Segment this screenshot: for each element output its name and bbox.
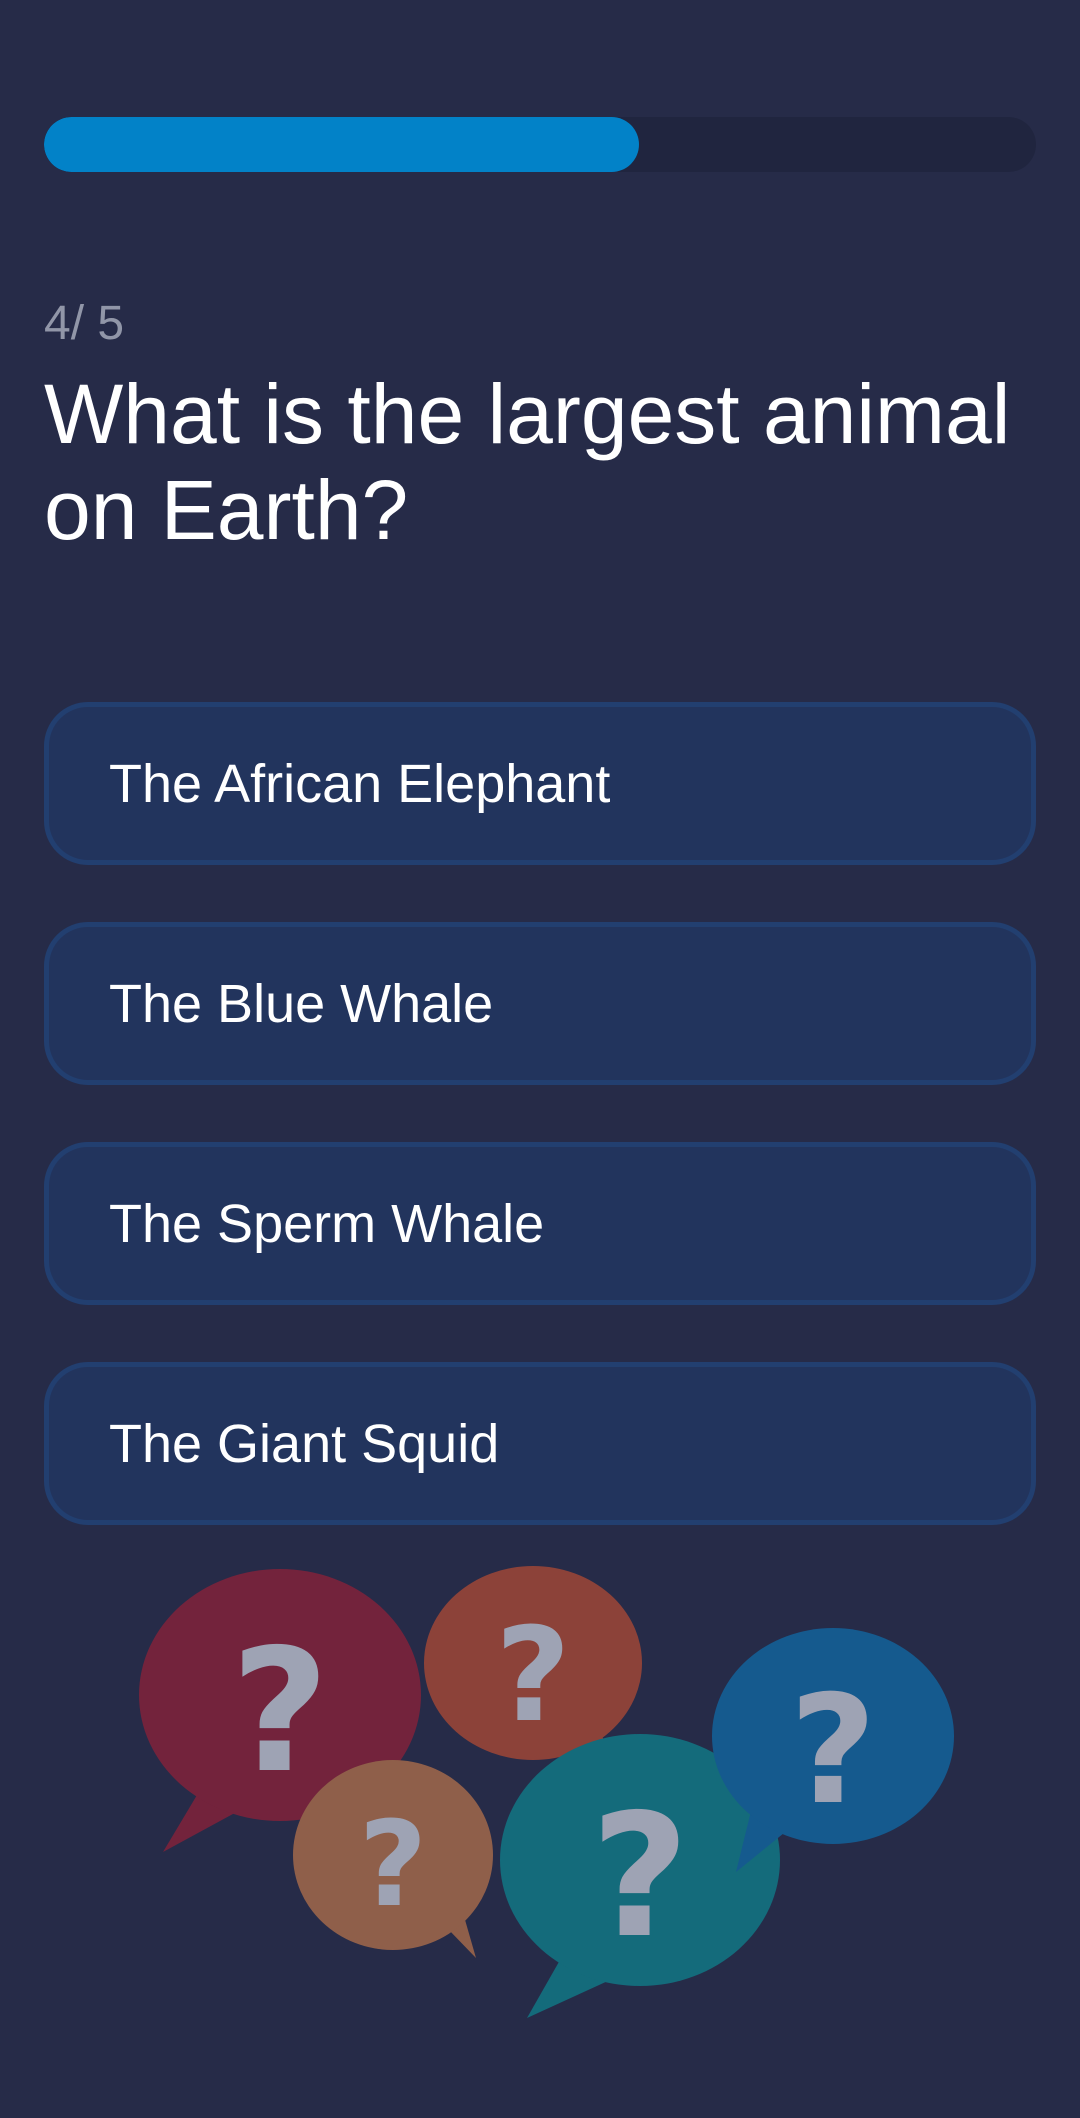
- answer-option-label: The Sperm Whale: [109, 1193, 545, 1254]
- answer-option-label: The African Elephant: [109, 753, 611, 814]
- answer-option-giant-squid[interactable]: The Giant Squid: [44, 1362, 1036, 1525]
- answer-option-african-elephant[interactable]: The African Elephant: [44, 702, 1036, 865]
- quiz-progress-bar: [44, 117, 1036, 172]
- question-counter-separator: /: [70, 297, 85, 350]
- svg-text:?: ?: [591, 1778, 690, 1976]
- svg-text:?: ?: [231, 1613, 330, 1811]
- question-bubble-icon: ?: [712, 1628, 954, 1872]
- question-bubbles-icon: ? ? ? ? ?: [139, 1566, 954, 2018]
- question-bubble-icon: ?: [293, 1760, 493, 1958]
- answer-options: The African Elephant The Blue Whale The …: [44, 702, 1036, 1582]
- question-counter-total: 5: [97, 297, 125, 350]
- answer-option-blue-whale[interactable]: The Blue Whale: [44, 922, 1036, 1085]
- question-counter: 4/ 5: [44, 296, 124, 352]
- question-text: What is the largest animal on Earth?: [44, 367, 1011, 557]
- answer-option-label: The Blue Whale: [109, 973, 494, 1034]
- svg-text:?: ?: [789, 1664, 876, 1838]
- answer-option-sperm-whale[interactable]: The Sperm Whale: [44, 1142, 1036, 1305]
- quiz-progress-fill: [44, 117, 640, 172]
- answer-option-label: The Giant Squid: [109, 1413, 500, 1474]
- question-counter-current: 4: [44, 297, 71, 350]
- svg-text:?: ?: [359, 1795, 427, 1933]
- svg-text:?: ?: [495, 1599, 570, 1751]
